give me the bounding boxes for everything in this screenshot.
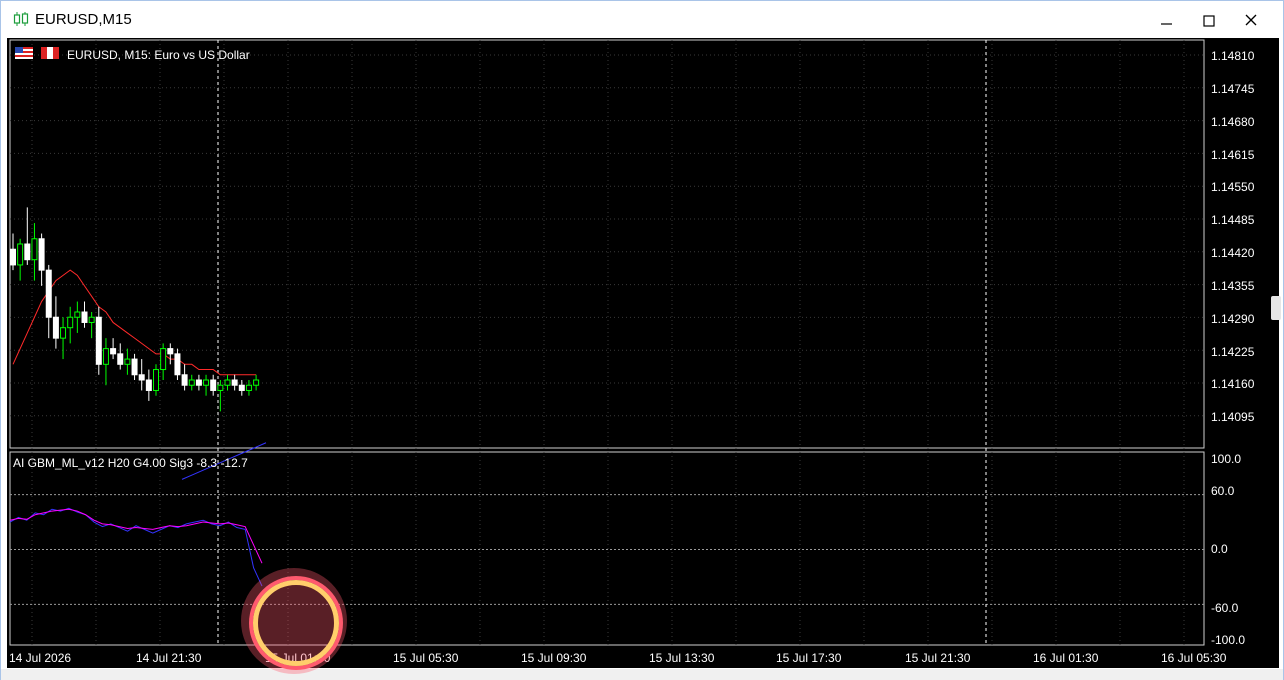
close-icon[interactable]	[1237, 9, 1267, 33]
price-tick: 1.14680	[1211, 115, 1255, 129]
candle-body	[110, 348, 117, 355]
price-tick: 1.14290	[1211, 312, 1255, 326]
candle-body	[210, 379, 217, 391]
candle-body	[60, 327, 67, 339]
maximize-icon[interactable]	[1194, 9, 1224, 33]
time-tick: 14 Jul 21:30	[136, 651, 202, 665]
candle-body	[253, 379, 260, 386]
candle-body	[181, 374, 188, 386]
candle-body	[124, 358, 131, 365]
candle-body	[131, 358, 138, 376]
candle-body	[31, 238, 38, 261]
indicator-tick: 0.0	[1211, 542, 1228, 556]
indicator-label: AI GBM_ML_v12 H20 G4.00 Sig3 -8.3 -12.7	[13, 456, 248, 470]
price-tick: 1.14355	[1211, 279, 1255, 293]
scroll-handle[interactable]	[1271, 296, 1281, 320]
price-tick: 1.14615	[1211, 148, 1255, 162]
price-tick: 1.14485	[1211, 213, 1255, 227]
candle-body	[224, 379, 231, 386]
price-tick: 1.14420	[1211, 246, 1255, 260]
indicator-tick: 100.0	[1211, 452, 1242, 466]
time-tick: 15 Jul 17:30	[776, 651, 842, 665]
minimize-icon[interactable]	[1151, 9, 1181, 33]
candle-body	[188, 379, 195, 386]
candle-body	[81, 311, 88, 323]
candle-body	[117, 353, 124, 365]
price-tick: 1.14745	[1211, 82, 1255, 96]
indicator-tick: -100.0	[1211, 633, 1246, 647]
candle-body	[167, 348, 174, 355]
candle-body	[217, 384, 224, 391]
click-indicator-ring	[253, 580, 339, 666]
candle-body	[24, 243, 31, 261]
candle-body	[174, 353, 181, 376]
time-tick: 15 Jul 05:30	[393, 651, 459, 665]
indicator-series-line	[9, 507, 263, 587]
price-tick: 1.14160	[1211, 377, 1255, 391]
time-tick: 15 Jul 09:30	[521, 651, 587, 665]
candle-body	[153, 369, 159, 391]
time-tick: 15 Jul 21:30	[905, 651, 971, 665]
time-tick: 15 Jul 13:30	[649, 651, 715, 665]
time-tick: 16 Jul 05:30	[1161, 651, 1227, 665]
time-tick: 16 Jul 01:30	[1033, 651, 1099, 665]
candle-body	[17, 243, 24, 266]
time-tick: 14 Jul 2026	[9, 651, 72, 665]
symbol-label: EURUSD, M15: Euro vs US Dollar	[67, 48, 250, 62]
indicator-pane-frame	[9, 451, 1205, 646]
main-pane-frame	[9, 39, 1205, 449]
candle-body	[88, 316, 95, 323]
candle-body	[231, 379, 238, 386]
status-strip	[1, 669, 1283, 680]
candle-body	[145, 379, 152, 391]
chart-canvas[interactable]: EURUSD, M15: Euro vs US Dollar AI GBM_ML…	[7, 38, 1279, 668]
candle-body	[52, 316, 59, 339]
indicator-tick: 60.0	[1211, 484, 1235, 498]
candle-body	[245, 384, 252, 391]
candle-body	[38, 238, 45, 271]
candle-body	[95, 316, 102, 365]
candle-body	[74, 311, 81, 318]
window-title: EURUSD,M15	[35, 11, 132, 28]
candle-body	[67, 316, 74, 329]
candle-body	[138, 374, 145, 381]
price-tick: 1.14225	[1211, 345, 1255, 359]
candle-body	[102, 348, 109, 365]
title-bar[interactable]: EURUSD,M15	[1, 1, 1283, 37]
indicator-tick: -60.0	[1211, 601, 1239, 615]
candle-body	[10, 248, 16, 266]
candle-body	[160, 348, 167, 371]
candle-body	[45, 269, 52, 318]
price-chart[interactable]	[7, 38, 1279, 668]
candle-body	[195, 379, 202, 386]
price-tick: 1.14095	[1211, 410, 1255, 424]
candle-body	[203, 379, 210, 386]
candle-body	[238, 384, 245, 391]
chart-window: EURUSD,M15 EURUSD, M15: Euro vs US Dolla…	[0, 0, 1284, 680]
price-tick: 1.14550	[1211, 180, 1255, 194]
click-indicator	[241, 568, 347, 674]
price-tick: 1.14810	[1211, 49, 1255, 63]
